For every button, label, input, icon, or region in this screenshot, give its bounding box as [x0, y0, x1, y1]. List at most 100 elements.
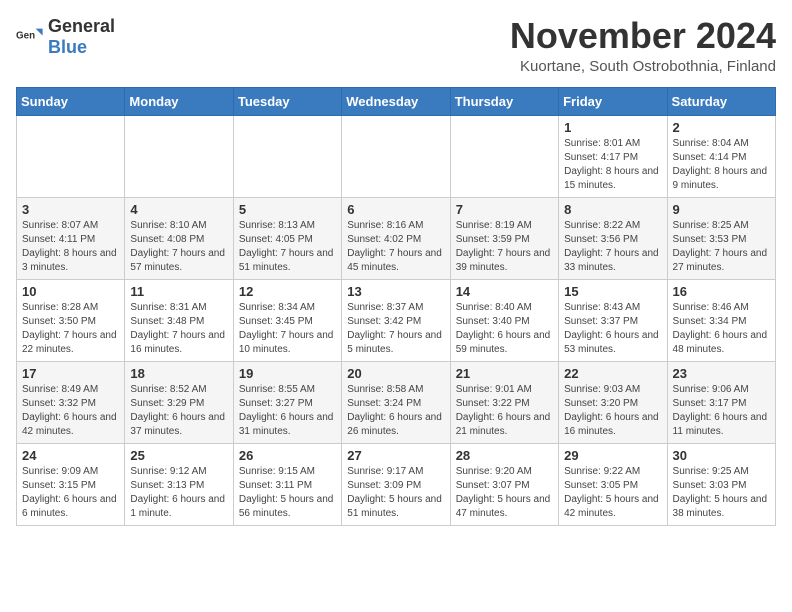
day-info: Sunrise: 8:58 AM Sunset: 3:24 PM Dayligh… — [347, 383, 444, 439]
day-number: 30 — [673, 448, 770, 463]
calendar-title: November 2024 — [510, 16, 776, 56]
day-number: 20 — [347, 366, 444, 381]
day-number: 7 — [456, 202, 553, 217]
day-number: 12 — [239, 284, 336, 299]
calendar-cell: 19Sunrise: 8:55 AM Sunset: 3:27 PM Dayli… — [233, 361, 341, 443]
day-info: Sunrise: 8:25 AM Sunset: 3:53 PM Dayligh… — [673, 219, 770, 275]
calendar-cell: 14 Sunrise: 8:40 AM Sunset: 3:40 PM Dayli… — [450, 279, 558, 361]
day-number: 15 — [564, 284, 661, 299]
day-info: Sunrise: 9:17 AM Sunset: 3:09 PM Dayligh… — [347, 465, 444, 521]
day-number: 6 — [347, 202, 444, 217]
calendar-cell — [125, 115, 233, 197]
day-info: Sunrise: 8:01 AM Sunset: 4:17 PM Dayligh… — [564, 137, 661, 193]
calendar-cell: 24 Sunrise: 9:09 AM Sunset: 3:15 PM Dayli… — [17, 443, 125, 525]
day-info: Sunrise: 9:25 AM Sunset: 3:03 PM Dayligh… — [673, 465, 770, 521]
title-block: November 2024 Kuortane, South Ostrobothn… — [510, 16, 776, 75]
day-number: 9 — [673, 202, 770, 217]
day-info: Sunrise: 9:06 AM Sunset: 3:17 PM Dayligh… — [673, 383, 770, 439]
calendar-cell: 2 Sunrise: 8:04 AM Sunset: 4:14 PM Daylig… — [667, 115, 775, 197]
calendar-body: 1 Sunrise: 8:01 AM Sunset: 4:17 PM Daylig… — [17, 115, 776, 525]
day-number: 5 — [239, 202, 336, 217]
calendar-cell: 22 Sunrise: 9:03 AM Sunset: 3:20 PM Dayli… — [559, 361, 667, 443]
calendar-cell — [233, 115, 341, 197]
day-number: 23 — [673, 366, 770, 381]
calendar-cell — [450, 115, 558, 197]
day-info: Sunrise: 8:49 AM Sunset: 3:32 PM Dayligh… — [22, 383, 119, 439]
day-number: 21 — [456, 366, 553, 381]
day-info: Sunrise: 9:20 AM Sunset: 3:07 PM Dayligh… — [456, 465, 553, 521]
day-number: 25 — [130, 448, 227, 463]
calendar-cell: 21 Sunrise: 9:01 AM Sunset: 3:22 PM Dayli… — [450, 361, 558, 443]
header-wednesday: Wednesday — [342, 87, 450, 115]
day-number: 26 — [239, 448, 336, 463]
day-number: 17 — [22, 366, 119, 381]
logo-icon: Gen — [16, 23, 44, 51]
day-number: 13 — [347, 284, 444, 299]
calendar-cell: 15Sunrise: 8:43 AM Sunset: 3:37 PM Dayli… — [559, 279, 667, 361]
calendar-cell: 11Sunrise: 8:31 AM Sunset: 3:48 PM Dayli… — [125, 279, 233, 361]
day-info: Sunrise: 8:13 AM Sunset: 4:05 PM Dayligh… — [239, 219, 336, 275]
header-sunday: Sunday — [17, 87, 125, 115]
calendar-cell — [342, 115, 450, 197]
calendar-week-3: 10 Sunrise: 8:28 AM Sunset: 3:50 PM Dayli… — [17, 279, 776, 361]
day-number: 4 — [130, 202, 227, 217]
calendar-cell: 12 Sunrise: 8:34 AM Sunset: 3:45 PM Dayli… — [233, 279, 341, 361]
day-number: 14 — [456, 284, 553, 299]
day-info: Sunrise: 9:22 AM Sunset: 3:05 PM Dayligh… — [564, 465, 661, 521]
page-header: Gen General Blue November 2024 Kuortane,… — [16, 16, 776, 75]
logo-blue: Blue — [48, 37, 87, 57]
day-number: 29 — [564, 448, 661, 463]
calendar-cell: 5 Sunrise: 8:13 AM Sunset: 4:05 PM Daylig… — [233, 197, 341, 279]
calendar-cell: 27 Sunrise: 9:17 AM Sunset: 3:09 PM Dayli… — [342, 443, 450, 525]
calendar-cell: 10 Sunrise: 8:28 AM Sunset: 3:50 PM Dayli… — [17, 279, 125, 361]
day-number: 2 — [673, 120, 770, 135]
day-info: Sunrise: 8:34 AM Sunset: 3:45 PM Dayligh… — [239, 301, 336, 357]
day-info: Sunrise: 8:31 AM Sunset: 3:48 PM Dayligh… — [130, 301, 227, 357]
calendar-cell: 4 Sunrise: 8:10 AM Sunset: 4:08 PM Daylig… — [125, 197, 233, 279]
calendar-cell: 20 Sunrise: 8:58 AM Sunset: 3:24 PM Dayli… — [342, 361, 450, 443]
header-thursday: Thursday — [450, 87, 558, 115]
day-number: 8 — [564, 202, 661, 217]
day-info: Sunrise: 9:15 AM Sunset: 3:11 PM Dayligh… — [239, 465, 336, 521]
day-number: 10 — [22, 284, 119, 299]
day-info: Sunrise: 8:40 AM Sunset: 3:40 PM Dayligh… — [456, 301, 553, 357]
calendar-cell: 18 Sunrise: 8:52 AM Sunset: 3:29 PM Dayli… — [125, 361, 233, 443]
day-info: Sunrise: 8:37 AM Sunset: 3:42 PM Dayligh… — [347, 301, 444, 357]
header-friday: Friday — [559, 87, 667, 115]
calendar-week-1: 1 Sunrise: 8:01 AM Sunset: 4:17 PM Daylig… — [17, 115, 776, 197]
header-saturday: Saturday — [667, 87, 775, 115]
day-number: 1 — [564, 120, 661, 135]
day-number: 16 — [673, 284, 770, 299]
day-info: Sunrise: 9:09 AM Sunset: 3:15 PM Dayligh… — [22, 465, 119, 521]
day-info: Sunrise: 8:10 AM Sunset: 4:08 PM Dayligh… — [130, 219, 227, 275]
day-info: Sunrise: 8:55 AM Sunset: 3:27 PM Dayligh… — [239, 383, 336, 439]
day-info: Sunrise: 8:28 AM Sunset: 3:50 PM Dayligh… — [22, 301, 119, 357]
day-number: 3 — [22, 202, 119, 217]
day-number: 22 — [564, 366, 661, 381]
logo: Gen General Blue — [16, 16, 115, 58]
day-info: Sunrise: 9:03 AM Sunset: 3:20 PM Dayligh… — [564, 383, 661, 439]
calendar-week-2: 3 Sunrise: 8:07 AM Sunset: 4:11 PM Daylig… — [17, 197, 776, 279]
day-info: Sunrise: 8:22 AM Sunset: 3:56 PM Dayligh… — [564, 219, 661, 275]
day-info: Sunrise: 9:01 AM Sunset: 3:22 PM Dayligh… — [456, 383, 553, 439]
day-info: Sunrise: 8:07 AM Sunset: 4:11 PM Dayligh… — [22, 219, 119, 275]
calendar-cell — [17, 115, 125, 197]
day-number: 28 — [456, 448, 553, 463]
calendar-subtitle: Kuortane, South Ostrobothnia, Finland — [510, 58, 776, 75]
calendar-cell: 16 Sunrise: 8:46 AM Sunset: 3:34 PM Dayli… — [667, 279, 775, 361]
calendar-cell: 29 Sunrise: 9:22 AM Sunset: 3:05 PM Dayli… — [559, 443, 667, 525]
logo-general: General — [48, 16, 115, 36]
calendar-header: SundayMondayTuesdayWednesdayThursdayFrid… — [17, 87, 776, 115]
day-number: 27 — [347, 448, 444, 463]
day-number: 18 — [130, 366, 227, 381]
calendar-cell: 8 Sunrise: 8:22 AM Sunset: 3:56 PM Daylig… — [559, 197, 667, 279]
day-info: Sunrise: 9:12 AM Sunset: 3:13 PM Dayligh… — [130, 465, 227, 521]
day-info: Sunrise: 8:46 AM Sunset: 3:34 PM Dayligh… — [673, 301, 770, 357]
calendar-week-4: 17 Sunrise: 8:49 AM Sunset: 3:32 PM Dayli… — [17, 361, 776, 443]
svg-text:Gen: Gen — [16, 30, 35, 41]
day-info: Sunrise: 8:52 AM Sunset: 3:29 PM Dayligh… — [130, 383, 227, 439]
calendar-cell: 23 Sunrise: 9:06 AM Sunset: 3:17 PM Dayli… — [667, 361, 775, 443]
day-info: Sunrise: 8:16 AM Sunset: 4:02 PM Dayligh… — [347, 219, 444, 275]
day-info: Sunrise: 8:04 AM Sunset: 4:14 PM Dayligh… — [673, 137, 770, 193]
day-number: 24 — [22, 448, 119, 463]
